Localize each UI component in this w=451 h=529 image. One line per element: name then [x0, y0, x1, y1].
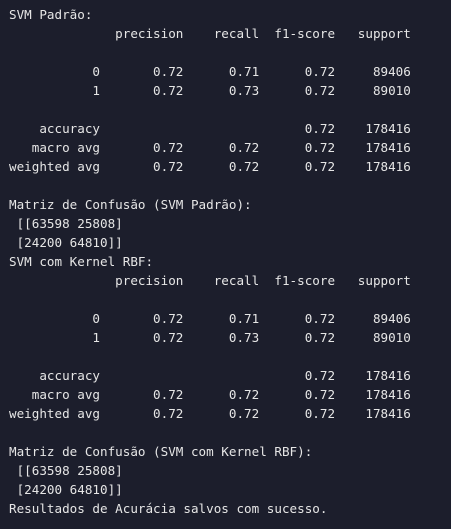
output-line: accuracy 0.72 178416: [9, 121, 411, 136]
output-line: macro avg 0.72 0.72 0.72 178416: [9, 387, 411, 402]
output-line: Matriz de Confusão (SVM com Kernel RBF):: [9, 444, 313, 459]
output-line: Resultados de Acurácia salvos com sucess…: [9, 501, 328, 516]
output-line: [[63598 25808]: [9, 463, 123, 478]
output-line: precision recall f1-score support: [9, 26, 411, 41]
output-line: macro avg 0.72 0.72 0.72 178416: [9, 140, 411, 155]
output-line: SVM Padrão:: [9, 7, 93, 22]
output-line: SVM com Kernel RBF:: [9, 254, 154, 269]
output-line: 1 0.72 0.73 0.72 89010: [9, 330, 411, 345]
output-line: weighted avg 0.72 0.72 0.72 178416: [9, 406, 411, 421]
output-line: 0 0.72 0.71 0.72 89406: [9, 311, 411, 326]
output-line: [24200 64810]]: [9, 235, 123, 250]
output-line: [24200 64810]]: [9, 482, 123, 497]
output-line: accuracy 0.72 178416: [9, 368, 411, 383]
output-line: [[63598 25808]: [9, 216, 123, 231]
output-line: 0 0.72 0.71 0.72 89406: [9, 64, 411, 79]
output-line: Matriz de Confusão (SVM Padrão):: [9, 197, 252, 212]
output-line: 1 0.72 0.73 0.72 89010: [9, 83, 411, 98]
output-line: weighted avg 0.72 0.72 0.72 178416: [9, 159, 411, 174]
output-line: precision recall f1-score support: [9, 273, 411, 288]
terminal-output: SVM Padrão: precision recall f1-score su…: [0, 0, 451, 529]
